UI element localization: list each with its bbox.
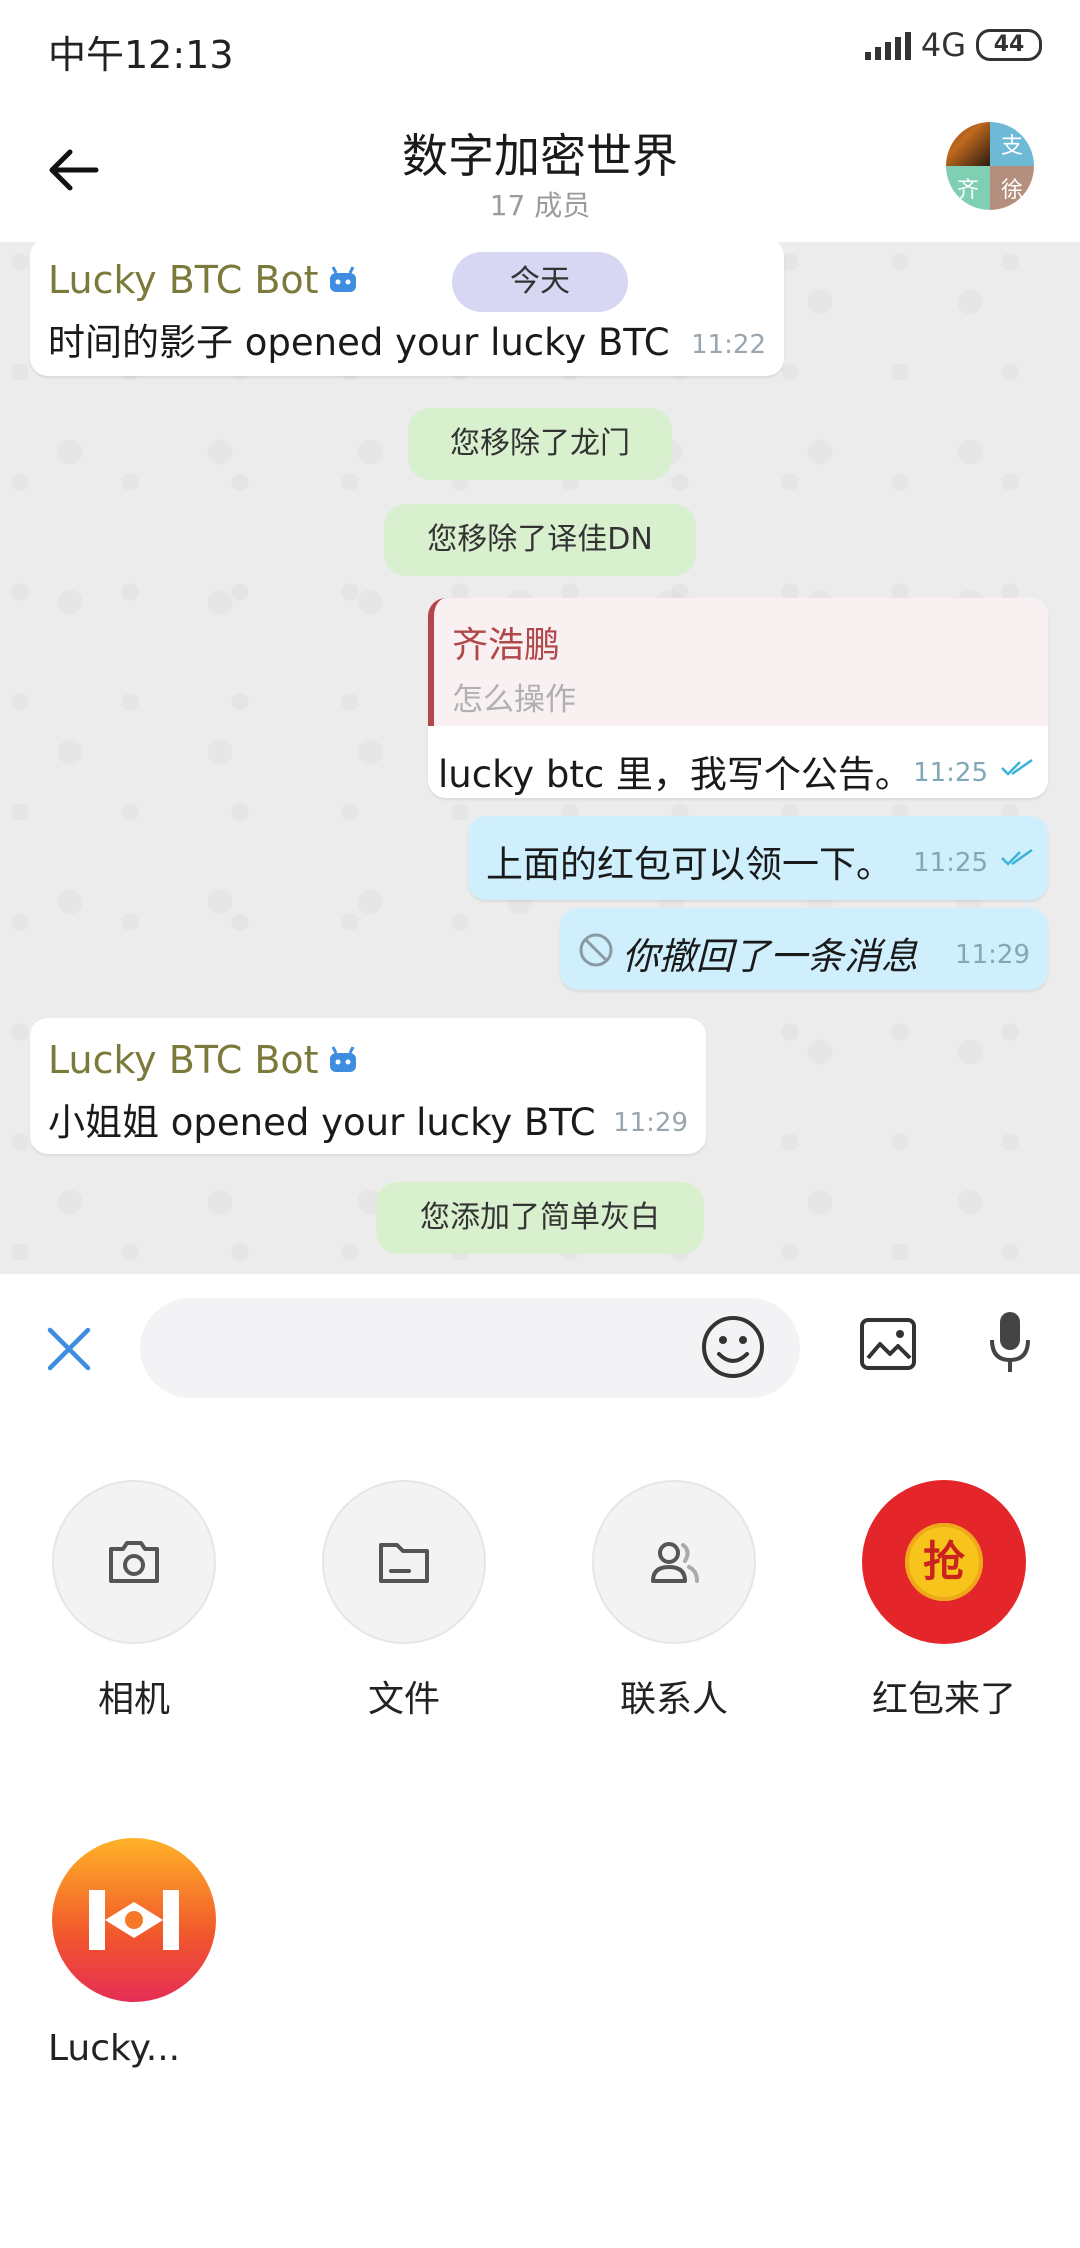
chat-title[interactable]: 数字加密世界 bbox=[0, 120, 1080, 186]
reply-quote[interactable]: 齐浩鹏 怎么操作 bbox=[428, 598, 1048, 726]
camera-icon bbox=[52, 1480, 216, 1644]
attach-label: Lucky... bbox=[48, 2028, 181, 2069]
message-time: 11:25 bbox=[913, 758, 988, 788]
attach-contact[interactable]: 联系人 bbox=[564, 1480, 784, 1722]
attach-camera[interactable]: 相机 bbox=[24, 1480, 244, 1722]
attach-label: 联系人 bbox=[619, 1679, 728, 1720]
message-text: 时间的影子 opened your lucky BTC bbox=[48, 321, 670, 364]
network-type: 4G bbox=[920, 26, 966, 64]
attach-label: 相机 bbox=[97, 1679, 170, 1720]
gallery-icon[interactable] bbox=[858, 1314, 918, 1374]
message-bubble[interactable]: 你撤回了一条消息 11:29 bbox=[560, 908, 1048, 990]
system-message: 您添加了简单灰白 bbox=[376, 1182, 704, 1254]
message-time: 11:29 bbox=[955, 940, 1030, 970]
contact-icon bbox=[592, 1480, 756, 1644]
battery-icon: 44 bbox=[976, 29, 1042, 61]
message-text: 上面的红包可以领一下。 bbox=[486, 843, 893, 886]
message-text: lucky btc 里，我写个公告。 bbox=[438, 753, 912, 796]
attach-red-envelope[interactable]: 抢 红包来了 bbox=[834, 1480, 1054, 1722]
message-bubble[interactable]: 上面的红包可以领一下。 11:25 bbox=[468, 816, 1048, 900]
message-time: 11:25 bbox=[913, 848, 988, 878]
read-check-icon bbox=[1001, 758, 1033, 776]
attach-label: 文件 bbox=[367, 1679, 440, 1720]
red-envelope-icon: 抢 bbox=[862, 1480, 1026, 1644]
lucky-app-icon bbox=[52, 1838, 216, 2002]
status-bar: 中午12:13 4G 44 bbox=[0, 0, 1080, 100]
message-bubble[interactable]: Lucky BTC Bot 小姐姐 opened your lucky BTC … bbox=[30, 1018, 706, 1154]
folder-icon bbox=[322, 1480, 486, 1644]
message-sender[interactable]: Lucky BTC Bot bbox=[48, 258, 359, 302]
message-text: 你撤回了一条消息 bbox=[622, 935, 918, 978]
attach-lucky-app[interactable]: Lucky... bbox=[24, 1838, 244, 2069]
chat-area[interactable]: Lucky BTC Bot 时间的影子 opened your lucky BT… bbox=[0, 242, 1080, 1274]
message-time: 11:22 bbox=[691, 330, 766, 360]
chat-header: 数字加密世界 17 成员 支 齐 徐 bbox=[0, 100, 1080, 242]
message-bubble[interactable]: 齐浩鹏 怎么操作 lucky btc 里，我写个公告。 11:25 bbox=[428, 598, 1048, 798]
emoji-icon[interactable] bbox=[700, 1314, 766, 1380]
reply-text: 怎么操作 bbox=[452, 682, 576, 718]
attach-file[interactable]: 文件 bbox=[294, 1480, 514, 1722]
bot-icon bbox=[329, 266, 356, 292]
grab-badge: 抢 bbox=[905, 1523, 983, 1601]
status-indicators: 4G 44 bbox=[864, 26, 1042, 64]
close-icon[interactable] bbox=[44, 1324, 94, 1374]
read-check-icon bbox=[1001, 848, 1033, 866]
date-chip: 今天 bbox=[452, 252, 628, 312]
reply-name: 齐浩鹏 bbox=[452, 625, 561, 666]
system-message: 您移除了龙门 bbox=[408, 408, 672, 480]
message-bubble[interactable]: Lucky BTC Bot 时间的影子 opened your lucky BT… bbox=[30, 242, 784, 376]
revoked-icon bbox=[579, 933, 613, 967]
attach-label: 红包来了 bbox=[871, 1679, 1016, 1720]
system-message: 您移除了译佳DN bbox=[384, 504, 696, 576]
message-text: 小姐姐 opened your lucky BTC bbox=[48, 1101, 596, 1144]
signal-icon bbox=[864, 30, 911, 60]
composer-bar bbox=[0, 1274, 1080, 1424]
sender-name: Lucky BTC Bot bbox=[48, 258, 319, 302]
attachment-panel: 相机 文件 联系人 抢 红包来了 Lucky... bbox=[0, 1424, 1080, 2248]
message-sender[interactable]: Lucky BTC Bot bbox=[48, 1038, 359, 1082]
message-time: 11:29 bbox=[613, 1108, 688, 1138]
bot-icon bbox=[329, 1046, 356, 1072]
member-count: 17 成员 bbox=[489, 189, 591, 222]
status-time: 中午12:13 bbox=[48, 33, 234, 77]
microphone-icon[interactable] bbox=[986, 1308, 1034, 1380]
group-avatar[interactable]: 支 齐 徐 bbox=[946, 122, 1034, 210]
sender-name: Lucky BTC Bot bbox=[48, 1038, 319, 1082]
